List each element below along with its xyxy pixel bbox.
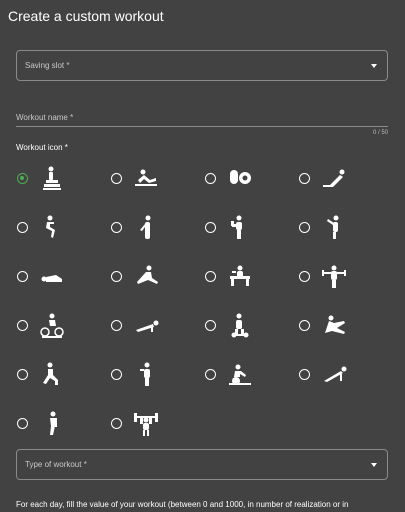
- workout-icon-option[interactable]: [16, 211, 96, 243]
- radio-button[interactable]: [17, 173, 28, 184]
- workout-icon-option[interactable]: [110, 358, 190, 390]
- pushup-icon: [320, 360, 348, 388]
- plank-icon: [132, 311, 160, 339]
- radio-button[interactable]: [205, 271, 216, 282]
- workout-icon-option[interactable]: [110, 309, 190, 341]
- workout-icon-option[interactable]: [298, 358, 378, 390]
- radio-button[interactable]: [111, 271, 122, 282]
- radio-button[interactable]: [111, 173, 122, 184]
- workout-type-select[interactable]: Type of workout *: [16, 449, 388, 480]
- stepper-exercise-icon: [38, 164, 66, 192]
- standing-icon: [132, 360, 160, 388]
- elliptical-icon: [226, 311, 254, 339]
- bicep-curl-icon: [226, 213, 254, 241]
- stretching-person-icon: [38, 409, 66, 437]
- workout-icon-option[interactable]: [16, 358, 96, 390]
- instructions-text: For each day, fill the value of your wor…: [16, 500, 349, 509]
- character-counter: 0 / 50: [372, 130, 388, 136]
- radio-button[interactable]: [17, 320, 28, 331]
- radio-button[interactable]: [17, 271, 28, 282]
- radio-button[interactable]: [299, 320, 310, 331]
- chevron-down-icon: [371, 463, 377, 467]
- workout-type-label: Type of workout *: [25, 460, 87, 469]
- bench-press-icon: [226, 262, 254, 290]
- workout-icon-option[interactable]: [16, 309, 96, 341]
- workout-icon-option[interactable]: [204, 211, 284, 243]
- workout-icon-option[interactable]: [204, 260, 284, 292]
- workout-icon-option[interactable]: [204, 358, 284, 390]
- workout-icon-option[interactable]: [298, 260, 378, 292]
- workout-icon-option[interactable]: [204, 309, 284, 341]
- radio-button[interactable]: [17, 369, 28, 380]
- radio-button[interactable]: [111, 418, 122, 429]
- radio-button[interactable]: [205, 173, 216, 184]
- workout-icon-option[interactable]: [298, 309, 378, 341]
- radio-button[interactable]: [299, 222, 310, 233]
- radio-button[interactable]: [111, 369, 122, 380]
- custom-workout-form: Create a custom workout Saving slot * Wo…: [0, 0, 405, 512]
- radio-button[interactable]: [299, 369, 310, 380]
- workout-icon-option[interactable]: [298, 211, 378, 243]
- standing-stretch-icon: [132, 213, 160, 241]
- workout-icon-option[interactable]: [110, 211, 190, 243]
- saving-slot-label: Saving slot *: [25, 61, 70, 70]
- saving-slot-select[interactable]: Saving slot *: [16, 50, 388, 81]
- barbell-lift-icon: [132, 409, 160, 437]
- workout-icon-option[interactable]: [110, 162, 190, 194]
- arm-raise-icon: [320, 213, 348, 241]
- workout-name-label: Workout name *: [16, 113, 74, 122]
- workout-icon-option[interactable]: [16, 162, 96, 194]
- seated-stretch-icon: [320, 311, 348, 339]
- lunge-icon: [38, 360, 66, 388]
- workout-icon-option[interactable]: [204, 162, 284, 194]
- radio-button[interactable]: [205, 320, 216, 331]
- radio-button[interactable]: [17, 222, 28, 233]
- stretch-icon: [320, 164, 348, 192]
- radio-button[interactable]: [299, 271, 310, 282]
- workout-icon-option[interactable]: [110, 407, 190, 439]
- workout-icon-option[interactable]: [110, 260, 190, 292]
- rowing-machine-icon: [226, 360, 254, 388]
- lying-stretch-icon: [38, 262, 66, 290]
- cycling-icon: [38, 311, 66, 339]
- workout-icon-option[interactable]: [298, 162, 378, 194]
- page-title: Create a custom workout: [8, 8, 164, 24]
- radio-button[interactable]: [17, 418, 28, 429]
- chevron-down-icon: [371, 64, 377, 68]
- situp-icon: [132, 164, 160, 192]
- workout-icon-option[interactable]: [16, 260, 96, 292]
- workout-icon-option[interactable]: [16, 407, 96, 439]
- radio-button[interactable]: [111, 320, 122, 331]
- kettlebell-icon: [226, 164, 254, 192]
- squat-icon: [38, 213, 66, 241]
- workout-icon-label: Workout icon *: [16, 143, 68, 152]
- radio-button[interactable]: [299, 173, 310, 184]
- leg-stretch-icon: [132, 262, 160, 290]
- radio-button[interactable]: [111, 222, 122, 233]
- radio-button[interactable]: [205, 222, 216, 233]
- workout-name-input[interactable]: Workout name *: [16, 107, 388, 127]
- dumbbell-lateral-raise-icon: [320, 262, 348, 290]
- radio-button[interactable]: [205, 369, 216, 380]
